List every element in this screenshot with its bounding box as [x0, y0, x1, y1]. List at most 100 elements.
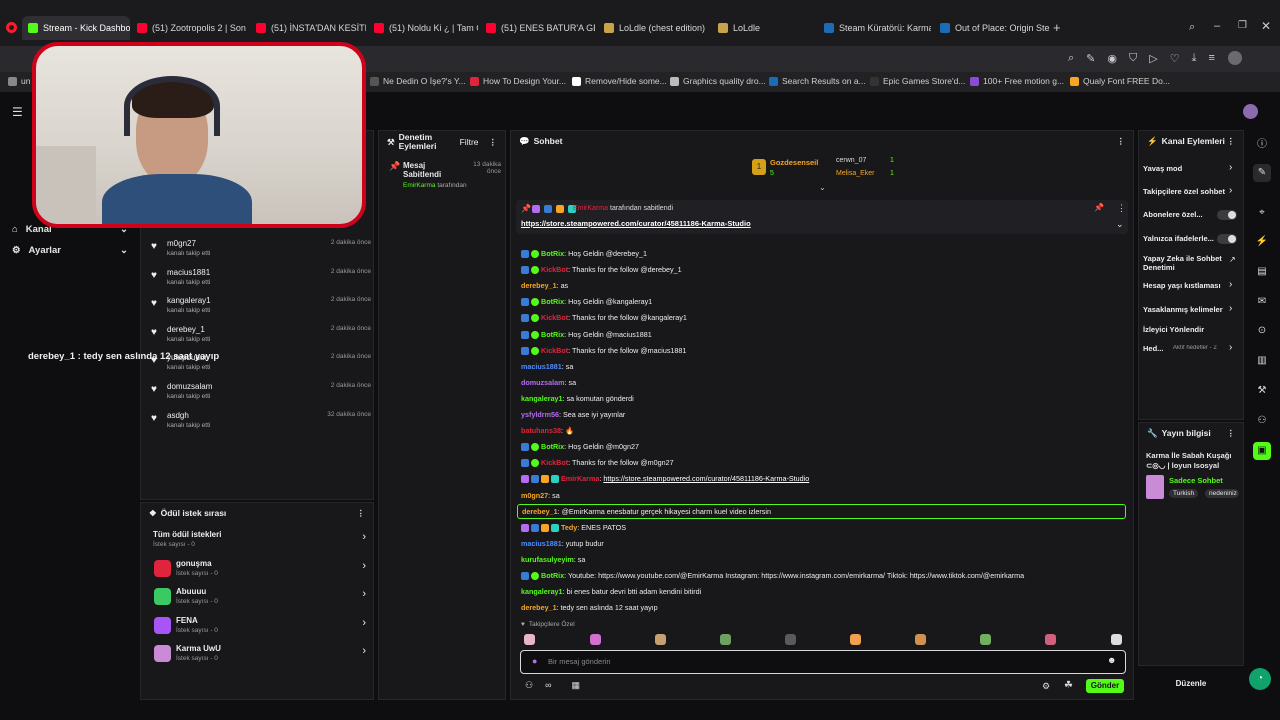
pencil-icon[interactable]: ✎: [1253, 164, 1271, 182]
download-icon[interactable]: ⤓: [1192, 52, 1197, 65]
chat-username[interactable]: KickBot: [541, 346, 568, 355]
channel-action-label[interactable]: İzleyici Yönlendir: [1143, 325, 1204, 334]
chat-message[interactable]: EmirKarma: https://store.steampowered.co…: [521, 473, 809, 485]
chat-message[interactable]: derebey_1: as: [521, 280, 568, 292]
bolt-icon[interactable]: ⚡: [1253, 233, 1271, 251]
channel-action-label[interactable]: Yavaş mod: [1143, 164, 1182, 173]
reward-row[interactable]: FENA İstek sayısı - 0 ›: [151, 615, 366, 639]
bookmark-item[interactable]: 100+ Free motion g...: [970, 76, 1064, 86]
settings-icon[interactable]: ⚙: [1042, 681, 1050, 692]
info-icon[interactable]: ⓘ: [1253, 136, 1271, 154]
pinned-by-user[interactable]: EmirKarma: [573, 205, 608, 212]
chat-message[interactable]: BotRix: Hoş Geldin @macius1881: [521, 329, 652, 341]
chat-message[interactable]: BotRix: Youtube: https://www.youtube.com…: [521, 570, 1024, 582]
browser-tab[interactable]: (51) Zootropolis 2 | Son R: [131, 16, 247, 40]
opera-logo-icon[interactable]: [6, 22, 17, 33]
emote-icon[interactable]: [785, 634, 796, 645]
chat-username[interactable]: BotRix: [541, 330, 564, 339]
browser-tab[interactable]: (51) İNSTA'DAN KESİTLER: [250, 16, 366, 40]
more-icon[interactable]: ⋮: [1117, 203, 1126, 214]
chat-username[interactable]: macius1881: [521, 539, 562, 548]
chat-message[interactable]: BotRix: Hoş Geldin @derebey_1: [521, 248, 647, 260]
unpin-icon[interactable]: 📌: [1094, 203, 1104, 212]
target-icon[interactable]: ⌖: [1253, 204, 1271, 222]
chevron-right-icon[interactable]: ›: [1229, 162, 1232, 173]
follower-row[interactable]: ♥ kangaleray1 kanalı takip etti 2 dakika ön…: [151, 296, 371, 320]
browser-tab[interactable]: (51) ENES BATUR'A GERÇ: [480, 16, 595, 40]
browser-tab[interactable]: Stream - Kick Dashboard: [22, 16, 130, 40]
bookmark-item[interactable]: un: [8, 76, 30, 86]
channel-action-label[interactable]: Yasaklanmış kelimeler: [1143, 305, 1223, 314]
share-icon[interactable]: ⚇: [1253, 412, 1271, 430]
browser-tab[interactable]: Steam Küratörü: Karma St: [818, 16, 931, 40]
browser-tab[interactable]: LoLdle (chest edition): [598, 16, 708, 40]
chat-message[interactable]: BotRix: Hoş Geldin @kangaleray1: [521, 296, 652, 308]
chat-username[interactable]: EmirKarma: [561, 474, 599, 483]
chat-message[interactable]: macius1881: sa: [521, 361, 573, 373]
emote-icon[interactable]: [590, 634, 601, 645]
zoom-icon[interactable]: ⌕: [1068, 52, 1074, 65]
emote-icon[interactable]: [655, 634, 666, 645]
minimize-button[interactable]: –: [1214, 20, 1220, 32]
emote-icon[interactable]: [915, 634, 926, 645]
kick-emote-icon[interactable]: ☘: [1064, 680, 1073, 691]
more-icon[interactable]: ⋮: [1227, 428, 1236, 439]
bookmark-item[interactable]: Epic Games Store'd...: [870, 76, 965, 86]
reward-row[interactable]: Karma UwU İstek sayısı - 0 ›: [151, 643, 366, 667]
bookmark-item[interactable]: How To Design Your...: [470, 76, 566, 86]
top-gifter-name[interactable]: Gozdesenseil: [770, 158, 818, 167]
follower-row[interactable]: ♥ asdgh kanalı takip etti 32 dakika önce: [151, 411, 371, 435]
chat-username[interactable]: KickBot: [541, 458, 568, 467]
chat-message[interactable]: ysfyldrm56: Sea ase iyi yayınlar: [521, 409, 625, 421]
reward-row[interactable]: Tüm ödül istekleri İstek sayısı - 0 ›: [151, 529, 366, 553]
calendar-icon[interactable]: ▦: [572, 680, 581, 691]
chat-username[interactable]: KickBot: [541, 313, 568, 322]
emote-icon[interactable]: [850, 634, 861, 645]
chat-username[interactable]: BotRix: [541, 249, 564, 258]
more-icon[interactable]: ⋮: [1117, 136, 1126, 147]
chat-message[interactable]: batuhans38: 🔥: [521, 425, 574, 437]
emote-icon[interactable]: [720, 634, 731, 645]
chat-username[interactable]: m0gn27: [521, 491, 548, 500]
chat-message[interactable]: KickBot: Thanks for the follow @m0gn27: [521, 457, 674, 469]
hamburger-menu-icon[interactable]: ☰: [12, 105, 23, 119]
chat-message[interactable]: kangaleray1: bi enes batur devri btti ad…: [521, 586, 701, 598]
toggle-switch[interactable]: [1217, 234, 1237, 244]
maximize-button[interactable]: ❐: [1238, 20, 1247, 31]
tag-2[interactable]: nedeniniz: [1205, 489, 1239, 498]
more-icon[interactable]: ⋮: [489, 137, 498, 148]
chat-username[interactable]: domuzsalam: [521, 378, 565, 387]
stream-category[interactable]: Sadece Sohbet: [1169, 476, 1223, 485]
chat-username[interactable]: BotRix: [541, 442, 564, 451]
reward-row[interactable]: gonuşma İstek sayısı - 0 ›: [151, 558, 366, 582]
menu-icon[interactable]: ≡: [1208, 52, 1214, 65]
broadcast-icon[interactable]: ⊙: [1253, 322, 1271, 340]
chat-message[interactable]: kurufasulyeyim: sa: [521, 554, 585, 566]
chat-username[interactable]: derebey_1: [521, 281, 557, 290]
chat-username[interactable]: kurufasulyeyim: [521, 555, 574, 564]
close-window-button[interactable]: ✕: [1261, 19, 1271, 33]
chat-username[interactable]: KickBot: [541, 265, 568, 274]
chat-username[interactable]: kangaleray1: [521, 394, 563, 403]
channel-action-label[interactable]: Yapay Zeka ile Sohbet Denetimi: [1143, 254, 1223, 272]
tool-icon[interactable]: ⚒: [1253, 382, 1271, 400]
support-chat-icon[interactable]: ◔: [1249, 668, 1271, 690]
bookmark-item[interactable]: Qualy Font FREE Do...: [1070, 76, 1170, 86]
kick-icon[interactable]: ▣: [1253, 442, 1271, 460]
mic-icon[interactable]: ●: [532, 656, 537, 666]
chat-text[interactable]: https://store.steampowered.com/curator/4…: [603, 474, 809, 483]
chat-message[interactable]: macius1881: yutup budur: [521, 538, 604, 550]
emoji-icon[interactable]: ☻: [1107, 655, 1116, 665]
filter-button[interactable]: Filtre: [460, 137, 479, 148]
follower-row[interactable]: ♥ domuzsalam kanalı takip etti 2 dakika önc…: [151, 382, 371, 406]
heart-icon[interactable]: ♡: [1170, 52, 1180, 65]
camera-icon[interactable]: ◉: [1107, 52, 1117, 65]
browser-tab[interactable]: Out of Place: Origin Steam: [934, 16, 1050, 40]
shield-icon[interactable]: ⛉: [1129, 52, 1137, 65]
chat-message[interactable]: BotRix: Hoş Geldin @m0gn27: [521, 441, 639, 453]
chat-message[interactable]: derebey_1: tedy sen aslında 12 saat yayı…: [521, 602, 658, 614]
channel-action-label[interactable]: Yalnızca ifadelerle...: [1143, 234, 1214, 243]
gifter-3-name[interactable]: Melisa_Eker: [836, 170, 875, 177]
chat-input[interactable]: ● Bir mesaj gönderin ☻: [520, 650, 1126, 674]
play-icon[interactable]: ▷: [1149, 52, 1157, 65]
